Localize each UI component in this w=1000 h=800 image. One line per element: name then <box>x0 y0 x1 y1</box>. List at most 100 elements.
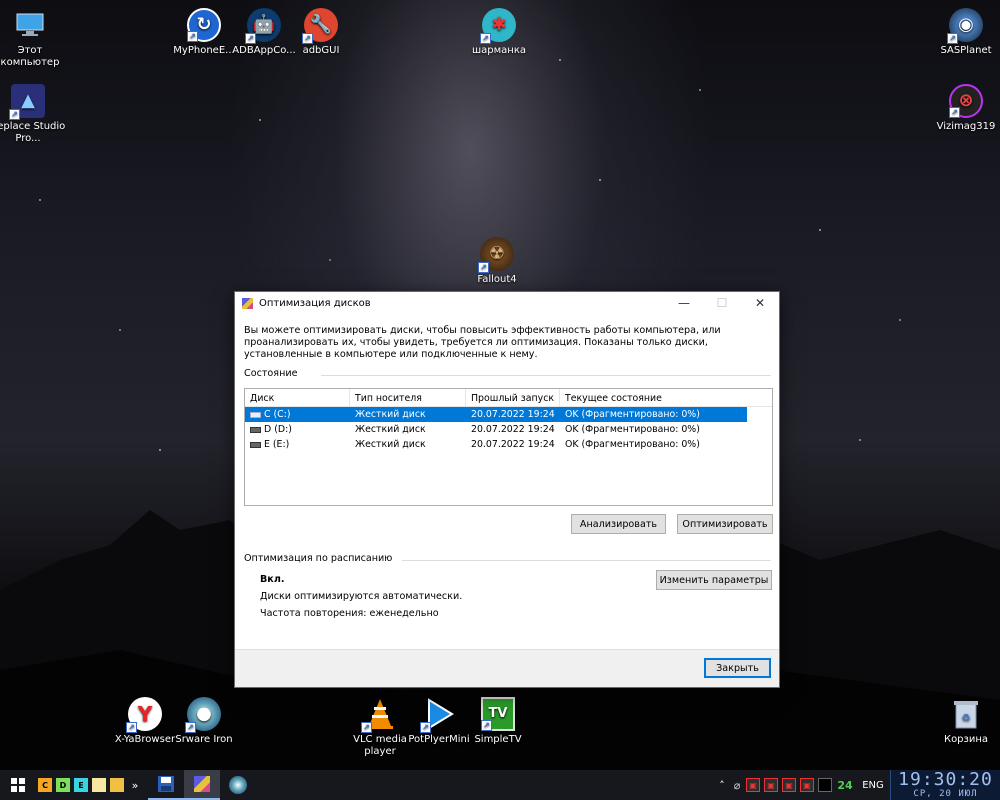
notes-icon[interactable] <box>92 778 106 792</box>
defrag-app-icon <box>194 776 210 792</box>
current-state-cell: OK (Фрагментировано: 0%) <box>565 409 700 420</box>
title-bar: Оптимизация дисков — ☐ ✕ <box>235 292 779 314</box>
current-state-cell: OK (Фрагментировано: 0%) <box>565 439 700 450</box>
clock[interactable]: 19:30:20 СР, 20 ИЮЛ <box>890 770 1000 800</box>
defrag-app-icon <box>242 297 253 309</box>
windows-logo-icon <box>11 778 25 792</box>
desktop-icon-label: adbGUI <box>302 45 340 56</box>
taskbar-save-app[interactable] <box>148 770 184 800</box>
disk-list[interactable]: Диск Тип носителя Прошлый запуск Текущее… <box>244 388 773 506</box>
column-header-current-state[interactable]: Текущее состояние <box>560 389 747 406</box>
schedule-frequency-text: Частота повторения: еженедельно <box>260 608 439 619</box>
column-header-disk[interactable]: Диск <box>245 389 350 406</box>
chevron-up-icon[interactable]: ˄ <box>714 770 730 800</box>
schedule-section-label: Оптимизация по расписанию <box>244 553 393 564</box>
tray-app-icon-3[interactable]: ▣ <box>782 778 796 792</box>
dialog-description: Вы можете оптимизировать диски, чтобы по… <box>244 325 721 360</box>
myphoneexplorer-icon: ↻ ↗ <box>187 8 221 42</box>
taskbar: C D E » ˄ ⌀ ▣ ▣ ▣ ▣ 24 ENG 19:30:20 СР, … <box>0 770 1000 800</box>
tray-app-icon-2[interactable]: ▣ <box>764 778 778 792</box>
last-run-cell: 20.07.2022 19:24 <box>471 424 555 435</box>
svg-text:♻: ♻ <box>962 713 971 724</box>
quick-launch-overflow[interactable]: » <box>126 770 144 800</box>
disk-name-cell: C (C:) <box>245 409 350 420</box>
desktop-icon-label: SimpleTV <box>474 734 522 745</box>
taskbar-disk-optimizer[interactable] <box>184 770 220 800</box>
tv-icon: TV ↗ <box>481 697 515 731</box>
analyze-button[interactable]: Анализировать <box>571 514 666 534</box>
disk-name: C (C:) <box>264 409 291 420</box>
disk-row-c[interactable]: C (C:) Жесткий диск 20.07.2022 19:24 OK … <box>245 407 747 422</box>
dialog-footer: Закрыть <box>235 649 779 687</box>
disk-row-d[interactable]: D (D:) Жесткий диск 20.07.2022 19:24 OK … <box>245 422 772 437</box>
floppy-disk-icon <box>158 776 174 792</box>
minimize-button[interactable]: — <box>665 292 703 314</box>
dialog-title: Оптимизация дисков <box>259 297 371 309</box>
clock-date: СР, 20 ИЮЛ <box>913 789 978 799</box>
quick-launch-drive-d[interactable]: D <box>56 778 70 792</box>
disk-optimization-dialog: Оптимизация дисков — ☐ ✕ Вы можете оптим… <box>234 291 780 688</box>
desktop-icon-recycle-bin[interactable]: ♻ Корзина <box>928 697 1000 746</box>
disk-name: D (D:) <box>264 424 292 435</box>
maximize-button[interactable]: ☐ <box>703 292 741 314</box>
desktop-icon-simpletv[interactable]: TV ↗ SimpleTV <box>460 697 536 746</box>
desktop-icon-sharmanka[interactable]: ✱ ↗ шарманка <box>461 8 537 57</box>
desktop-icon-this-pc[interactable]: Этот компьютер <box>0 8 68 69</box>
schedule-state: Вкл. <box>260 574 285 585</box>
play-icon: ↗ <box>420 697 456 733</box>
change-settings-button[interactable]: Изменить параметры <box>656 570 772 590</box>
start-button[interactable] <box>0 770 36 800</box>
vlc-cone-icon: ↗ <box>361 697 397 733</box>
tray-black-icon[interactable] <box>818 778 832 792</box>
desktop-icon-label: SASPlanet <box>940 45 992 56</box>
schedule-auto-text: Диски оптимизируются автоматически. <box>260 591 463 602</box>
desktop-icon-srware-iron[interactable]: ● ↗ Srware Iron <box>166 697 242 746</box>
column-header-last-run[interactable]: Прошлый запуск <box>466 389 560 406</box>
last-run-cell: 20.07.2022 19:24 <box>471 439 555 450</box>
status-divider <box>321 375 771 376</box>
desktop-icon-label: Srware Iron <box>175 734 233 745</box>
column-header-media-type[interactable]: Тип носителя <box>350 389 466 406</box>
android-icon: 🤖 ↗ <box>245 8 281 44</box>
desktop-icon-label: Fallout4 <box>477 274 517 285</box>
optimize-button[interactable]: Оптимизировать <box>677 514 773 534</box>
folder-icon[interactable] <box>110 778 124 792</box>
tray-counter[interactable]: 24 <box>834 770 856 800</box>
current-state-cell: OK (Фрагментировано: 0%) <box>565 424 700 435</box>
desktop-icon-vizimag[interactable]: ⊗ ↗ Vizimag319 <box>928 84 1000 133</box>
close-button[interactable]: Закрыть <box>704 658 771 678</box>
schedule-divider <box>402 560 771 561</box>
last-run-cell: 20.07.2022 19:24 <box>471 409 555 420</box>
disk-name: E (E:) <box>264 439 290 450</box>
recycle-bin-icon: ♻ <box>949 697 983 731</box>
desktop-icon-label: Vizimag319 <box>936 121 996 132</box>
fallout-icon: ☢ ↗ <box>478 237 514 273</box>
sharmanka-icon: ✱ ↗ <box>480 8 516 44</box>
disk-row-e[interactable]: E (E:) Жесткий диск 20.07.2022 19:24 OK … <box>245 437 772 452</box>
close-window-button[interactable]: ✕ <box>741 292 779 314</box>
hard-drive-icon <box>250 441 261 448</box>
desktop-icon-fallout4[interactable]: ☢ ↗ Fallout4 <box>459 237 535 286</box>
tray-app-icon-4[interactable]: ▣ <box>800 778 814 792</box>
wrench-icon: 🔧 ↗ <box>302 8 338 44</box>
taskbar-iron-browser[interactable] <box>220 770 256 800</box>
language-indicator[interactable]: ENG <box>856 770 890 800</box>
replace-studio-icon: ▲ ↗ <box>9 84 45 120</box>
desktop-icon-sasplanet[interactable]: ◉ ↗ SASPlanet <box>928 8 1000 57</box>
paperclip-icon[interactable]: ⌀ <box>730 770 744 800</box>
desktop-icon-label: Этот компьютер <box>0 45 60 68</box>
media-type-cell: Жесткий диск <box>355 409 426 420</box>
media-type-cell: Жесткий диск <box>355 439 426 450</box>
quick-launch-drive-e[interactable]: E <box>74 778 88 792</box>
system-tray: ˄ ⌀ ▣ ▣ ▣ ▣ 24 ENG 19:30:20 СР, 20 ИЮЛ <box>714 770 1000 800</box>
globe-icon: ◉ ↗ <box>947 8 983 44</box>
disk-list-header: Диск Тип носителя Прошлый запуск Текущее… <box>245 389 772 407</box>
desktop-icon-adbgui[interactable]: 🔧 ↗ adbGUI <box>283 8 359 57</box>
desktop-icon-replace-studio[interactable]: ▲↗ Replace Studio Pro... <box>0 84 66 145</box>
desktop-icon-label: Корзина <box>943 734 989 745</box>
tray-app-icon-1[interactable]: ▣ <box>746 778 760 792</box>
disk-name-cell: D (D:) <box>245 424 350 435</box>
magnet-icon: ⊗ ↗ <box>949 84 983 118</box>
clock-time: 19:30:20 <box>898 769 993 790</box>
quick-launch-drive-c[interactable]: C <box>38 778 52 792</box>
